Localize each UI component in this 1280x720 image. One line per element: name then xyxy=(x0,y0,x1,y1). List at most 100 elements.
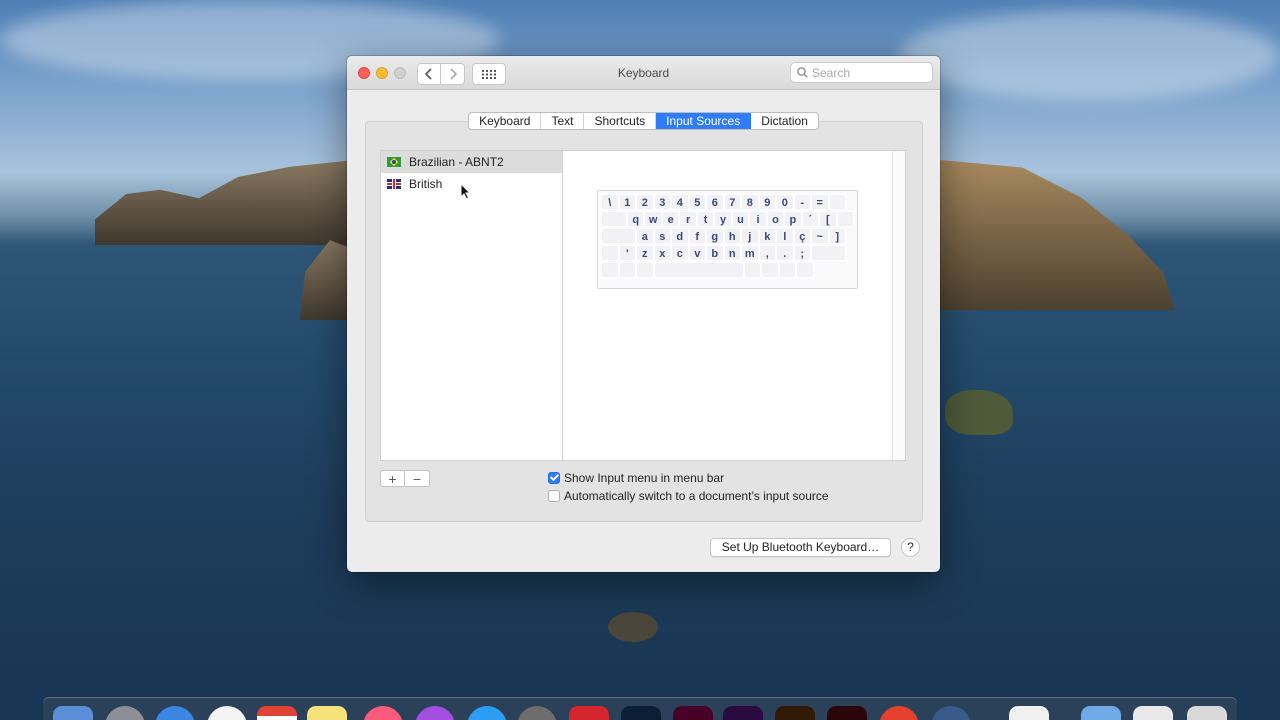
key: b xyxy=(706,245,724,261)
key xyxy=(796,262,814,278)
checkbox-checked[interactable] xyxy=(548,472,560,484)
key: n xyxy=(723,245,741,261)
key: h xyxy=(723,228,741,244)
key xyxy=(618,262,636,278)
sea-rock xyxy=(945,390,1013,435)
notes-icon[interactable] xyxy=(307,706,347,720)
document-icon[interactable] xyxy=(1009,706,1049,720)
folder-icon[interactable] xyxy=(1081,706,1121,720)
creative-cloud-icon[interactable] xyxy=(569,706,609,720)
key: . xyxy=(776,245,794,261)
auto-switch-checkbox[interactable]: Automatically switch to a document’s inp… xyxy=(548,489,829,503)
music-icon[interactable] xyxy=(363,706,403,720)
acrobat-icon[interactable] xyxy=(827,706,867,720)
tab-key xyxy=(601,211,627,227)
podcasts-icon[interactable] xyxy=(415,706,455,720)
tab-dictation[interactable]: Dictation xyxy=(751,113,818,129)
launchpad-icon[interactable] xyxy=(105,706,145,720)
key: m xyxy=(741,245,759,261)
key: ' xyxy=(618,245,636,261)
key: z xyxy=(636,245,654,261)
caps-key xyxy=(601,228,636,244)
key: w xyxy=(644,211,662,227)
key: j xyxy=(741,228,759,244)
key: = xyxy=(811,194,829,210)
scrollbar[interactable] xyxy=(892,151,905,460)
key: k xyxy=(758,228,776,244)
key: g xyxy=(706,228,724,244)
sky-cloud xyxy=(900,10,1280,100)
system-preferences-icon[interactable] xyxy=(517,706,557,720)
list-item-british[interactable]: British xyxy=(381,173,563,195)
photoshop-icon[interactable] xyxy=(621,706,661,720)
chrome-icon[interactable] xyxy=(879,706,919,720)
list-item-brazilian[interactable]: Brazilian - ABNT2 xyxy=(381,151,563,173)
key: u xyxy=(731,211,750,227)
app-store-icon[interactable] xyxy=(467,706,507,720)
premiere-icon[interactable] xyxy=(723,706,763,720)
island-right xyxy=(940,160,1175,310)
key xyxy=(836,211,855,227)
keyboard-preferences-window: Keyboard Keyboard Text Shortcuts Input S… xyxy=(347,56,940,572)
key: 6 xyxy=(706,194,724,210)
browser-icon[interactable] xyxy=(931,706,971,720)
key: x xyxy=(653,245,671,261)
shift-key xyxy=(601,245,619,261)
tab-input-sources[interactable]: Input Sources xyxy=(656,113,752,129)
key xyxy=(761,262,779,278)
tab-text[interactable]: Text xyxy=(541,113,585,129)
search-input[interactable] xyxy=(812,65,922,80)
key xyxy=(778,262,796,278)
list-item-label: Brazilian - ABNT2 xyxy=(409,155,504,169)
key xyxy=(828,194,846,210)
setup-bluetooth-keyboard-button[interactable]: Set Up Bluetooth Keyboard… xyxy=(710,538,891,557)
help-button[interactable]: ? xyxy=(901,538,920,557)
illustrator-icon[interactable] xyxy=(775,706,815,720)
keyboard-layout-preview: \ 1 2 3 4 5 6 7 8 9 0 - = q w e r t y u … xyxy=(562,150,906,461)
key xyxy=(743,262,761,278)
calendar-icon[interactable] xyxy=(257,706,297,720)
uk-flag-icon xyxy=(387,179,401,189)
key: d xyxy=(671,228,689,244)
photos-icon[interactable] xyxy=(207,706,247,720)
tab-keyboard[interactable]: Keyboard xyxy=(469,113,542,129)
key: ] xyxy=(828,228,846,244)
show-input-menu-checkbox[interactable]: Show Input menu in menu bar xyxy=(548,471,724,485)
key: 0 xyxy=(776,194,794,210)
key: t xyxy=(696,211,715,227)
island-left xyxy=(95,160,355,245)
key: l xyxy=(776,228,794,244)
trash-icon[interactable] xyxy=(1187,706,1227,720)
keyboard-row: \ 1 2 3 4 5 6 7 8 9 0 - = xyxy=(601,194,854,211)
key: ~ xyxy=(811,228,829,244)
search-icon xyxy=(797,67,808,78)
key: ; xyxy=(793,245,811,261)
tab-shortcuts[interactable]: Shortcuts xyxy=(584,113,657,129)
key: , xyxy=(758,245,776,261)
key: a xyxy=(636,228,654,244)
key: 3 xyxy=(653,194,671,210)
brazil-flag-icon xyxy=(387,157,401,167)
key: i xyxy=(749,211,767,227)
key: ç xyxy=(793,228,811,244)
list-item-label: British xyxy=(409,177,443,191)
checkbox-label: Show Input menu in menu bar xyxy=(564,471,725,485)
add-input-source-button[interactable]: + xyxy=(380,470,405,487)
key: q xyxy=(626,211,645,227)
search-field[interactable] xyxy=(790,62,933,83)
checkbox-unchecked[interactable] xyxy=(548,490,560,502)
safari-icon[interactable] xyxy=(155,706,195,720)
key xyxy=(636,262,654,278)
indesign-icon[interactable] xyxy=(673,706,713,720)
keyboard-row: q w e r t y u i o p ´ [ xyxy=(601,211,855,228)
downloads-icon[interactable] xyxy=(1133,706,1173,720)
key: v xyxy=(688,245,706,261)
sea-rock xyxy=(608,612,658,642)
remove-input-source-button[interactable]: − xyxy=(405,470,430,487)
key: e xyxy=(661,211,680,227)
key: [ xyxy=(819,211,837,227)
key: 2 xyxy=(636,194,654,210)
shift-key xyxy=(811,245,846,261)
key: y xyxy=(714,211,732,227)
finder-icon[interactable] xyxy=(53,706,93,720)
